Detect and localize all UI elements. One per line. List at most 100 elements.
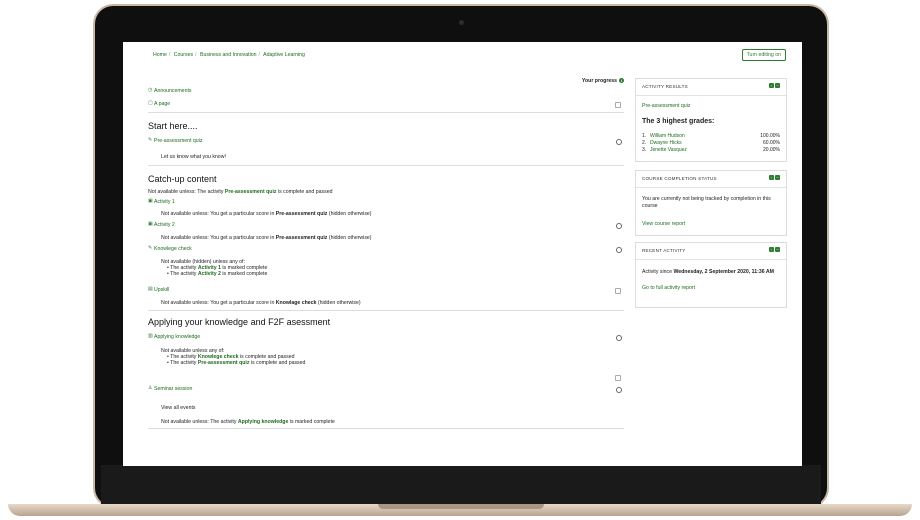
section-title-catchup: Catch-up content — [148, 174, 217, 184]
block-recent-activity: RECENT ACTIVITY ▫ − Activity since Wednes… — [635, 242, 787, 308]
page-icon: ▢ — [148, 100, 153, 107]
dock-icon[interactable]: ▫ — [769, 175, 774, 180]
progress-label: Your progress — [581, 78, 617, 84]
announcement-icon: ◷ — [148, 87, 153, 94]
block-controls: ▫ − — [768, 247, 780, 253]
restriction-activity: Pre-assessment quiz — [275, 211, 328, 217]
block-title: RECENT ACTIVITY — [642, 248, 686, 253]
completion-status-icon — [616, 223, 622, 229]
completion-checkbox[interactable] — [615, 375, 621, 381]
divider — [636, 187, 786, 188]
activity-page[interactable]: ▢A page — [148, 100, 624, 108]
activity-link[interactable]: Activity 1 — [154, 199, 175, 205]
restriction-text: Not available unless: You get a particul… — [161, 300, 275, 306]
grade-user-link[interactable]: Jenette Vasquez — [650, 147, 735, 154]
restriction-text: Not available unless: You get a particul… — [161, 235, 275, 241]
activity-restriction: Not available (hidden) unless any of: Th… — [161, 259, 267, 277]
restriction-activity-link[interactable]: Applying knowledge — [238, 419, 288, 425]
completion-checkbox[interactable] — [615, 102, 621, 108]
view-course-report-link[interactable]: View course report — [642, 221, 685, 227]
grades-table: 1. William Hudson 100.00% 2. Dwayne Hicks 60… — [642, 133, 780, 153]
activity-activity-1[interactable]: ▣Activity 1 — [148, 199, 624, 205]
breadcrumb-courses[interactable]: Courses — [174, 52, 193, 58]
full-activity-report-link[interactable]: Go to full activity report — [642, 285, 695, 291]
camera-icon — [459, 20, 464, 25]
divider — [636, 95, 786, 96]
activity-link[interactable]: Upskill — [154, 287, 169, 293]
people-icon: ♙ — [148, 385, 153, 392]
activity-link[interactable]: Applying knowledge — [154, 334, 200, 340]
collapse-icon[interactable]: − — [775, 83, 780, 88]
activity-pre-assessment-quiz[interactable]: ✎ Pre-assessment quiz — [148, 137, 624, 145]
condition-list: The activity Activity 1 is marked comple… — [161, 265, 267, 277]
activity-upskill[interactable]: ▤Upskill — [148, 287, 624, 294]
restriction-text: Not available unless: You get a particul… — [161, 211, 275, 217]
condition-item: The activity Pre-assessment quiz is comp… — [167, 360, 305, 366]
condition-activity-link[interactable]: Activity 2 — [198, 271, 221, 277]
activity-description: Let us know what you know! — [161, 154, 226, 160]
restriction-text: Not available unless: The activity — [148, 189, 224, 195]
breadcrumb-category[interactable]: Business and Innovation — [200, 52, 257, 58]
dock-icon[interactable]: ▫ — [769, 247, 774, 252]
activity-applying-knowledge[interactable]: ▥Applying knowledge — [148, 333, 624, 341]
screen: Home / Courses / Business and Innovation / … — [123, 42, 802, 466]
completion-status-icon — [616, 335, 622, 341]
divider — [148, 165, 624, 166]
view-all-events-link[interactable]: View all events — [161, 405, 196, 411]
block-controls: ▫ − — [768, 83, 780, 89]
assignment-icon: ▥ — [148, 333, 153, 340]
divider — [148, 112, 624, 113]
grade-user-link[interactable]: William Hudson — [650, 133, 735, 140]
lesson-icon: ▣ — [148, 221, 153, 228]
activity-link[interactable]: Knowlege check — [154, 246, 192, 252]
completion-checkbox[interactable] — [615, 288, 621, 294]
restriction-text: (hidden otherwise) — [317, 300, 361, 306]
restriction-activity: Knowlage check — [275, 300, 317, 306]
block-title: COURSE COMPLETION STATUS — [642, 176, 717, 181]
activity-restriction: Not available unless: The activity Apply… — [161, 419, 335, 425]
activity-link[interactable]: Announcements — [154, 88, 192, 94]
grade-user-link[interactable]: Dwayne Hicks — [650, 140, 735, 147]
results-quiz-link[interactable]: Pre-assessment quiz — [642, 103, 690, 109]
block-title: ACTIVITY RESULTS — [642, 84, 688, 89]
dock-icon[interactable]: ▫ — [769, 83, 774, 88]
activity-restriction: Not available unless: You get a particul… — [161, 235, 372, 241]
completion-status-icon — [616, 139, 622, 145]
recent-since-date: Wednesday, 2 September 2020, 11:36 AM — [673, 269, 774, 275]
activity-seminar-session[interactable]: ♙ Seminar session — [148, 385, 624, 393]
quiz-icon: ✎ — [148, 245, 153, 252]
section-restriction: Not available unless: The activity Pre-a… — [148, 189, 624, 195]
restriction-activity-link[interactable]: Pre-assessment quiz — [225, 189, 277, 195]
activity-link[interactable]: Activity 2 — [154, 222, 175, 228]
restriction-activity: Pre-assessment quiz — [275, 235, 328, 241]
divider — [636, 259, 786, 260]
activity-link[interactable]: Seminar session — [154, 386, 192, 392]
completion-status-icon — [616, 247, 622, 253]
restriction-text: is complete and passed — [277, 189, 333, 195]
condition-list: The activity Knowlege check is complete … — [161, 354, 305, 366]
breadcrumb: Home / Courses / Business and Innovation / … — [153, 52, 305, 58]
laptop-bezel — [101, 465, 821, 505]
activity-knowledge-check[interactable]: ✎ Knowlege check — [148, 245, 624, 253]
section-title-start: Start here.... — [148, 121, 198, 131]
section-title-applying: Applying your knowledge and F2F asessmen… — [148, 317, 331, 327]
collapse-icon[interactable]: − — [775, 175, 780, 180]
collapse-icon[interactable]: − — [775, 247, 780, 252]
table-row: 1. William Hudson 100.00% — [642, 133, 780, 140]
condition-activity-link[interactable]: Pre-assessment quiz — [198, 360, 250, 366]
restriction-text: Not available unless: The activity — [161, 419, 237, 425]
progress-header: Your progress i — [582, 78, 624, 84]
completion-text: You are currently not being tracked by c… — [642, 196, 771, 209]
activity-activity-2[interactable]: ▣Activity 2 — [148, 221, 624, 229]
activity-announcements[interactable]: ◷ Announcements — [148, 88, 624, 94]
condition-item: The activity Activity 2 is marked comple… — [167, 271, 267, 277]
activity-link[interactable]: A page — [154, 101, 170, 107]
activity-restriction: Not available unless: You get a particul… — [161, 300, 361, 306]
quiz-icon: ✎ — [148, 137, 153, 144]
block-controls: ▫ − — [768, 175, 780, 181]
breadcrumb-home[interactable]: Home — [153, 52, 167, 58]
activity-link[interactable]: Pre-assessment quiz — [154, 138, 202, 144]
info-icon[interactable]: i — [619, 78, 624, 84]
breadcrumb-course[interactable]: Adaptive Learning — [263, 52, 305, 58]
turn-editing-on-button[interactable]: Turn editing on — [741, 49, 786, 61]
